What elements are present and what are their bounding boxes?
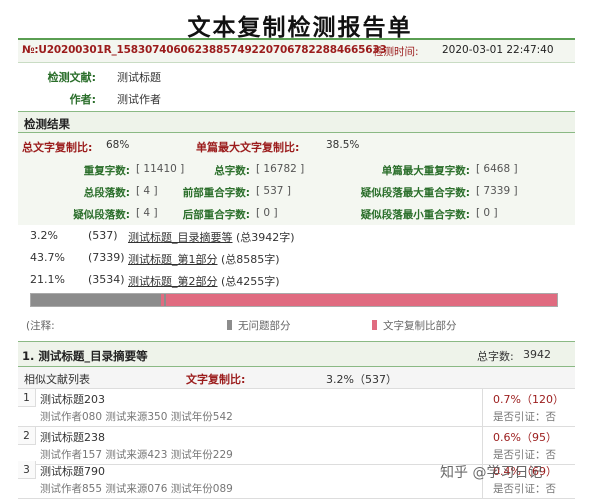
stat-label: 重复字数: xyxy=(83,165,130,177)
part-pct: 43.7% xyxy=(30,251,65,264)
check-time-value: 2020-03-01 22:47:40 xyxy=(442,44,554,56)
item-title: 测试标题203 xyxy=(40,393,105,406)
stat-label: 疑似段落最大重合字数: xyxy=(360,187,470,199)
item-ratio: 0.7%（120） xyxy=(493,393,564,406)
detail-section-title: 1. 测试标题_目录摘要等 xyxy=(22,349,148,363)
detail-copy-label: 文字复制比: xyxy=(186,373,246,386)
item-meta: 测试作者157 测试来源423 测试年份229 xyxy=(40,449,233,461)
stat-value: [ 4 ] xyxy=(136,207,158,219)
item-title: 测试标题238 xyxy=(40,431,105,444)
stat-label: 疑似段落最小重合字数: xyxy=(360,209,470,221)
id-divider xyxy=(18,62,575,63)
report-number: №:U20200301R_158307406062388574922070678… xyxy=(22,44,387,56)
total-copy-value: 68% xyxy=(106,139,130,151)
part-link[interactable]: 测试标题_第2部分 xyxy=(128,275,218,288)
part-total: (总4255字) xyxy=(217,275,280,288)
stat-label: 后部重合字数: xyxy=(182,209,250,221)
legend-note: (注释: xyxy=(26,320,55,332)
similar-doc-item[interactable]: 2 测试标题238 测试作者157 测试来源423 测试年份229 0.6%（9… xyxy=(18,427,575,465)
zhihu-watermark: 知乎 @学习日记 xyxy=(440,465,543,481)
legend-no-problem: 无问题部分 xyxy=(238,320,291,332)
part-pct: 21.1% xyxy=(30,273,65,286)
part-count: (537) xyxy=(88,229,118,242)
results-heading-text: 检测结果 xyxy=(24,117,70,131)
report-title: 文本复制检测报告单 xyxy=(187,15,413,41)
item-meta: 测试作者855 测试来源076 测试年份089 xyxy=(40,483,233,495)
stat-value: [ 0 ] xyxy=(256,207,278,219)
stat-value: [ 16782 ] xyxy=(256,163,305,175)
stat-label: 疑似段落数: xyxy=(73,209,130,221)
item-title: 测试标题790 xyxy=(40,465,105,478)
detail-total-value: 3942 xyxy=(523,348,551,361)
detail-section-heading: 1. 测试标题_目录摘要等 总字数: 3942 xyxy=(18,341,575,367)
stat-label: 总字数: xyxy=(214,165,250,177)
part-total: (总8585字) xyxy=(217,253,280,266)
item-ratio: 0.6%（95） xyxy=(493,431,557,444)
legend: (注释: 无问题部分 文字复制比部分 xyxy=(26,318,566,334)
item-citation: 是否引证：否 xyxy=(493,483,556,495)
similar-list-header: 相似文献列表 文字复制比: 3.2%（537） xyxy=(18,367,575,389)
legend-copied: 文字复制比部分 xyxy=(383,320,457,332)
total-copy-label: 总文字复制比: xyxy=(22,141,93,154)
max-single-label: 单篇最大文字复制比: xyxy=(196,141,300,154)
results-heading: 检测结果 xyxy=(18,111,575,133)
stat-label: 总段落数: xyxy=(83,187,130,199)
no-problem-segment xyxy=(164,294,166,306)
copy-distribution-bar xyxy=(30,293,558,307)
doc-value: 测试标题 xyxy=(117,71,161,84)
detail-copy-value: 3.2%（537） xyxy=(326,373,397,386)
author-value: 测试作者 xyxy=(117,93,161,106)
detail-total-label: 总字数: xyxy=(477,350,514,363)
no-problem-segment xyxy=(31,294,161,306)
part-pct: 3.2% xyxy=(30,229,58,242)
part-total: (总3942字) xyxy=(232,231,295,244)
no-problem-swatch xyxy=(227,320,232,330)
part-count: (7339) xyxy=(88,251,125,264)
doc-label: 检测文献: xyxy=(47,71,96,84)
stat-value: [ 537 ] xyxy=(256,185,291,197)
stat-value: [ 7339 ] xyxy=(476,185,518,197)
similar-list-label: 相似文献列表 xyxy=(24,373,90,386)
stats-box: 总文字复制比: 68% 单篇最大文字复制比: 38.5% 重复字数: [ 114… xyxy=(18,133,575,225)
item-citation: 是否引证：否 xyxy=(493,449,556,461)
author-label: 作者: xyxy=(69,93,96,106)
item-citation: 是否引证：否 xyxy=(493,411,556,423)
item-number: 3 xyxy=(18,461,36,479)
item-number: 1 xyxy=(18,389,36,407)
item-stats: 0.7%（120） 是否引证：否 xyxy=(482,389,575,427)
part-link[interactable]: 测试标题_第1部分 xyxy=(128,253,218,266)
part-link[interactable]: 测试标题_目录摘要等 xyxy=(128,231,233,244)
item-stats: 0.6%（95） 是否引证：否 xyxy=(482,427,575,465)
stat-value: [ 4 ] xyxy=(136,185,158,197)
report-id-row: №:U20200301R_158307406062388574922070678… xyxy=(18,40,575,62)
item-number: 2 xyxy=(18,427,36,445)
item-meta: 测试作者080 测试来源350 测试年份542 xyxy=(40,411,233,423)
stat-label: 前部重合字数: xyxy=(182,187,250,199)
check-time-label: 检测时间: xyxy=(373,46,419,58)
stat-value: [ 6468 ] xyxy=(476,163,518,175)
stat-label: 单篇最大重复字数: xyxy=(381,165,470,177)
copied-swatch xyxy=(372,320,377,330)
stat-value: [ 0 ] xyxy=(476,207,498,219)
part-count: (3534) xyxy=(88,273,125,286)
similar-doc-item[interactable]: 1 测试标题203 测试作者080 测试来源350 测试年份542 0.7%（1… xyxy=(18,389,575,427)
max-single-value: 38.5% xyxy=(326,139,360,151)
